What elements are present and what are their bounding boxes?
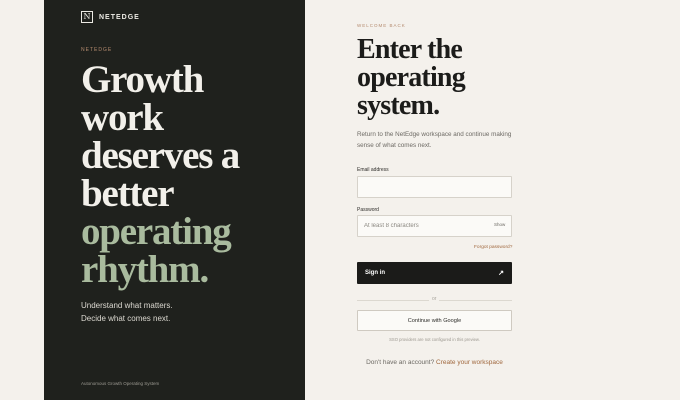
page-subtitle: Return to the NetEdge workspace and cont…: [357, 131, 512, 149]
tagline-line: Understand what matters.: [81, 301, 173, 310]
create-workspace-link[interactable]: Create your workspace: [436, 359, 503, 366]
arrow-up-right-icon: ↗: [498, 270, 504, 277]
product-footer: Autonomous Growth Operating System: [81, 381, 160, 386]
email-field[interactable]: [357, 176, 512, 198]
signin-button[interactable]: Sign in ↗: [357, 262, 512, 284]
hero-tagline: Understand what matters. Decide what com…: [81, 300, 173, 325]
tagline-line: Decide what comes next.: [81, 313, 171, 323]
divider-label: or: [429, 296, 440, 302]
headline-line: work: [81, 96, 164, 139]
password-label: Password: [357, 207, 379, 213]
headline-accent-line: operating: [81, 210, 232, 253]
sso-note: SSO providers are not configured in this…: [389, 337, 480, 342]
headline-line: deserves a: [81, 134, 240, 177]
brand-eyebrow: NETEDGE: [81, 47, 113, 53]
title-line: system.: [357, 90, 440, 121]
headline-accent-line: rhythm.: [81, 248, 209, 291]
email-label: Email address: [357, 167, 389, 173]
brand-name: NETEDGE: [99, 13, 140, 21]
show-password-toggle[interactable]: Show: [494, 222, 505, 227]
headline-line: Growth: [81, 58, 204, 101]
signup-prompt-text: Don't have an account?: [366, 359, 435, 366]
title-line: Enter the: [357, 34, 463, 65]
logo-mark-icon: N: [81, 11, 93, 23]
hero-headline: Growth work deserves a better operating …: [81, 58, 301, 291]
password-field[interactable]: [357, 215, 512, 237]
page-title: Enter the operating system.: [357, 36, 517, 120]
forgot-password-link[interactable]: Forgot password?: [474, 245, 512, 250]
title-line: operating: [357, 62, 466, 93]
brand-logo[interactable]: N NETEDGE: [81, 11, 140, 23]
brand-panel: N NETEDGE NETEDGE Growth work deserves a…: [44, 0, 305, 400]
signin-panel: WELCOME BACK Enter the operating system.…: [305, 0, 680, 400]
google-signin-button[interactable]: Continue with Google: [357, 310, 512, 331]
signin-label: Sign in: [365, 270, 385, 276]
welcome-eyebrow: WELCOME BACK: [357, 23, 406, 28]
signup-prompt: Don't have an account? Create your works…: [357, 359, 512, 366]
headline-line: better: [81, 172, 175, 215]
